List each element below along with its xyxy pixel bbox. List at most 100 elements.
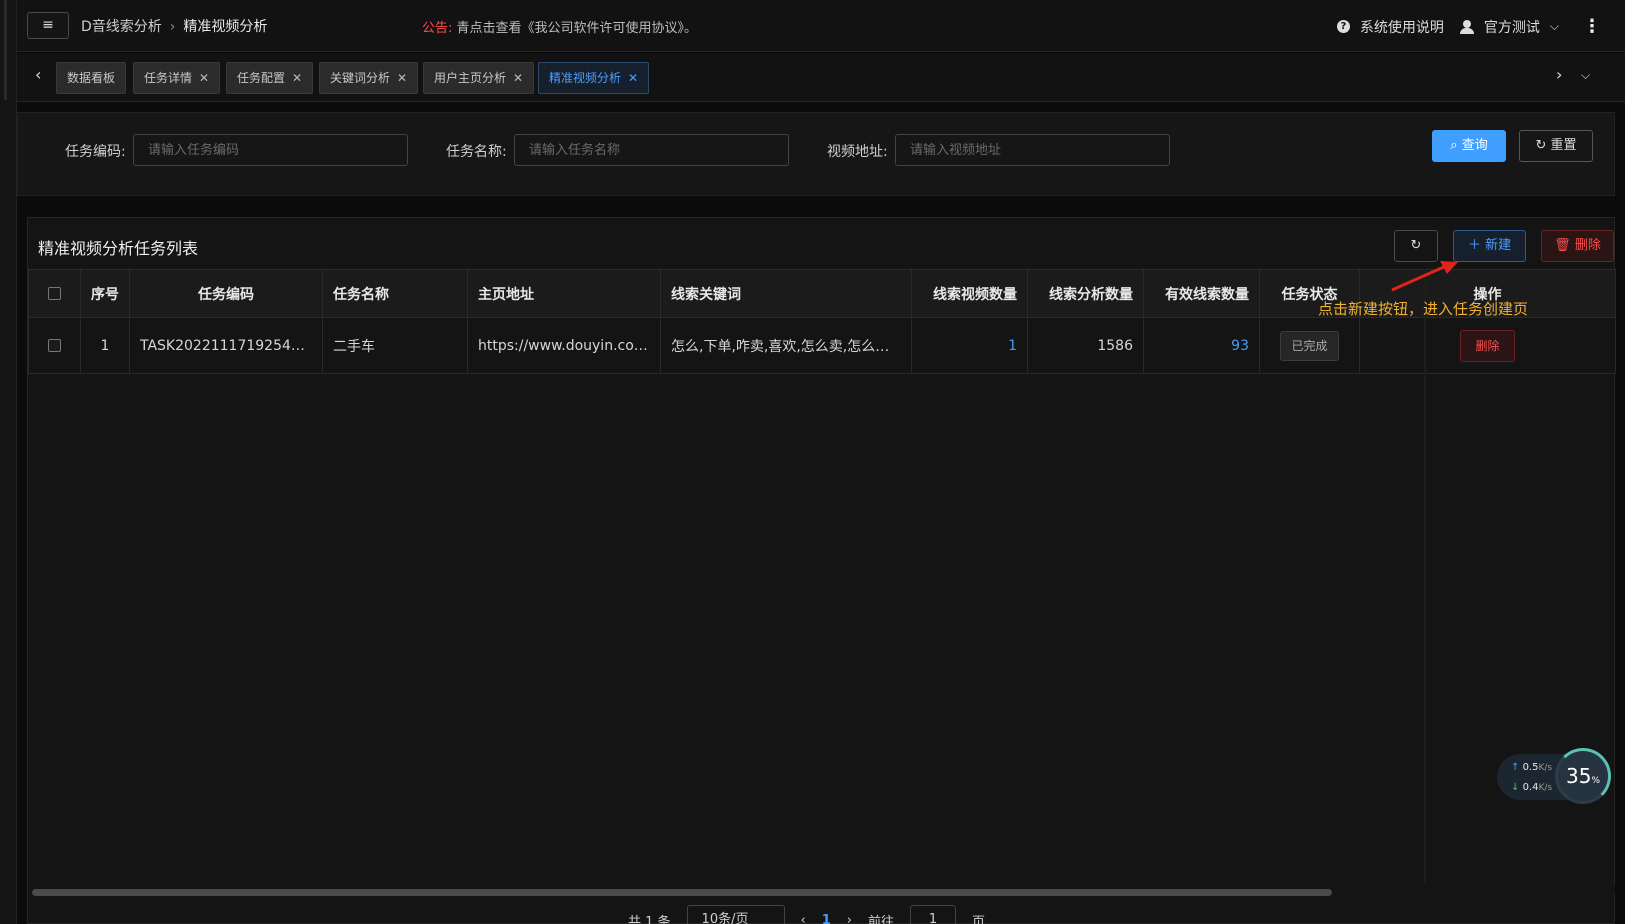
page-size-value: 10条/页 bbox=[701, 912, 749, 924]
row-index: 1 bbox=[80, 317, 130, 374]
download-arrow-icon: ↓ bbox=[1511, 782, 1523, 793]
tab-precise-video-analysis[interactable]: 精准视频分析 ✕ bbox=[538, 62, 650, 94]
tab-label: 用户主页分析 bbox=[434, 71, 507, 85]
left-scrollbar[interactable] bbox=[4, 0, 7, 100]
column-header: 有效线索数量 bbox=[1143, 269, 1260, 318]
task-name-input[interactable] bbox=[514, 134, 789, 166]
tabs-next-icon[interactable]: › bbox=[1556, 65, 1562, 84]
tab-user-homepage-analysis[interactable]: 用户主页分析 ✕ bbox=[423, 62, 535, 94]
top-header: ≡ D音线索分析 › 精准视频分析 公告: 青点击查看《我公司软件许可使用协议》。 … bbox=[17, 0, 1625, 52]
close-icon[interactable]: ✕ bbox=[292, 71, 302, 85]
more-vertical-icon[interactable]: ⋮ bbox=[1583, 16, 1601, 37]
reset-button[interactable]: ↻ 重置 bbox=[1519, 130, 1593, 162]
row-task-name: 二手车 bbox=[322, 317, 468, 374]
tab-label: 任务配置 bbox=[237, 71, 286, 85]
upload-unit: K/s bbox=[1538, 763, 1553, 773]
breadcrumb-item-current: 精准视频分析 bbox=[183, 19, 268, 35]
tabs-bar: ‹ 数据看板 任务详情 ✕ 任务配置 ✕ 关键词分析 ✕ 用户主页分析 ✕ 精准视频分析… bbox=[17, 53, 1625, 102]
close-icon[interactable]: ✕ bbox=[628, 71, 638, 85]
annotation-text: 点击新建按钮，进入任务创建页 bbox=[1318, 300, 1529, 318]
row-homepage: https://www.douyin.com... bbox=[467, 317, 661, 374]
page-unit-label: 页 bbox=[972, 914, 986, 924]
upload-arrow-icon: ↑ bbox=[1511, 762, 1523, 773]
tab-label: 精准视频分析 bbox=[549, 71, 622, 85]
status-badge: 已完成 bbox=[1280, 330, 1339, 361]
notice-text[interactable]: 青点击查看《我公司软件许可使用协议》。 bbox=[457, 21, 698, 36]
row-task-code: TASK20221117192547843 bbox=[129, 317, 323, 374]
notice-bar[interactable]: 公告: 青点击查看《我公司软件许可使用协议》。 bbox=[422, 17, 697, 36]
tab-label: 关键词分析 bbox=[330, 71, 391, 85]
pagination-total: 共 1 条 bbox=[628, 914, 671, 924]
task-list-panel: 精准视频分析任务列表 ↻ ＋ 新建 🗑 删除 序号 任务编码 任务名称 主页地址… bbox=[27, 217, 1616, 924]
header-actions: ? 系统使用说明 官方测试 ⌵ ⋮ bbox=[1336, 16, 1601, 37]
menu-toggle-button[interactable]: ≡ bbox=[27, 12, 69, 39]
next-page-icon[interactable]: › bbox=[847, 913, 852, 924]
tab-task-detail[interactable]: 任务详情 ✕ bbox=[133, 62, 221, 94]
column-header: 线索视频数量 bbox=[911, 269, 1028, 318]
breadcrumb-item-root[interactable]: D音线索分析 bbox=[81, 19, 162, 35]
tab-task-config[interactable]: 任务配置 ✕ bbox=[226, 62, 314, 94]
row-analysis-count: 1586 bbox=[1027, 317, 1144, 374]
row-action-cell: 删除 bbox=[1359, 317, 1616, 374]
row-delete-button[interactable]: 删除 bbox=[1460, 329, 1515, 362]
hamburger-icon: ≡ bbox=[42, 17, 54, 33]
row-video-count-link[interactable]: 1 bbox=[911, 317, 1028, 374]
page-size-select[interactable]: 10条/页 bbox=[686, 905, 785, 924]
horizontal-scrollbar[interactable] bbox=[32, 889, 1332, 896]
network-speed-widget[interactable]: ↑ 0.5K/s ↓ 0.4K/s 35% bbox=[1497, 748, 1615, 804]
list-title: 精准视频分析任务列表 bbox=[38, 239, 199, 258]
select-all-checkbox[interactable] bbox=[48, 287, 61, 300]
reset-button-label: 重置 bbox=[1550, 138, 1577, 153]
column-header: 任务编码 bbox=[129, 269, 323, 318]
tabs-prev-icon[interactable]: ‹ bbox=[35, 65, 41, 84]
cpu-usage-value: 35 bbox=[1565, 764, 1592, 788]
chevron-down-icon[interactable]: ⌵ bbox=[1550, 19, 1559, 34]
download-speed: 0.4 bbox=[1522, 782, 1539, 793]
refresh-button[interactable]: ↻ bbox=[1394, 230, 1438, 262]
cpu-usage-unit: % bbox=[1591, 776, 1600, 786]
tab-label: 任务详情 bbox=[144, 71, 193, 85]
task-code-label: 任务编码: bbox=[65, 144, 126, 160]
breadcrumb-separator-icon: › bbox=[169, 19, 176, 35]
pagination: 共 1 条 10条/页 ‹ 1 › 前往 1 页 bbox=[628, 904, 985, 924]
search-button[interactable]: ⌕ 查询 bbox=[1432, 130, 1506, 162]
page-number-current[interactable]: 1 bbox=[822, 913, 831, 924]
plus-icon: ＋ bbox=[1467, 238, 1486, 253]
close-icon[interactable]: ✕ bbox=[513, 71, 523, 85]
search-icon: ⌕ bbox=[1450, 138, 1462, 153]
batch-delete-button[interactable]: 🗑 删除 bbox=[1541, 230, 1614, 262]
delete-button-label: 删除 bbox=[1574, 238, 1601, 253]
tabs-dropdown-icon[interactable]: ⌵ bbox=[1581, 68, 1590, 83]
goto-label: 前往 bbox=[868, 914, 895, 924]
trash-icon: 🗑 bbox=[1554, 238, 1575, 253]
upload-speed: 0.5 bbox=[1522, 762, 1539, 773]
row-valid-count-link[interactable]: 93 bbox=[1143, 317, 1260, 374]
refresh-icon: ↻ bbox=[1535, 138, 1551, 153]
task-code-input[interactable] bbox=[133, 134, 408, 166]
row-status-cell: 已完成 bbox=[1259, 317, 1360, 374]
task-name-label: 任务名称: bbox=[446, 144, 507, 160]
new-button-label: 新建 bbox=[1485, 238, 1512, 253]
tab-keyword-analysis[interactable]: 关键词分析 ✕ bbox=[319, 62, 419, 94]
refresh-icon: ↻ bbox=[1410, 238, 1422, 253]
user-name[interactable]: 官方测试 bbox=[1484, 17, 1540, 37]
tab-data-board[interactable]: 数据看板 bbox=[56, 62, 127, 94]
column-header: 序号 bbox=[80, 269, 130, 318]
close-icon[interactable]: ✕ bbox=[199, 71, 209, 85]
video-url-input[interactable] bbox=[895, 134, 1170, 166]
close-icon[interactable]: ✕ bbox=[397, 71, 407, 85]
row-checkbox[interactable] bbox=[48, 339, 61, 352]
select-all-cell[interactable] bbox=[28, 269, 81, 318]
help-link[interactable]: 系统使用说明 bbox=[1360, 17, 1444, 37]
video-url-label: 视频地址: bbox=[827, 144, 888, 160]
prev-page-icon[interactable]: ‹ bbox=[801, 913, 806, 924]
new-task-button[interactable]: ＋ 新建 bbox=[1453, 230, 1526, 262]
column-header: 任务名称 bbox=[322, 269, 468, 318]
tab-label: 数据看板 bbox=[67, 71, 116, 85]
column-header: 主页地址 bbox=[467, 269, 661, 318]
row-keywords: 怎么,下单,咋卖,喜欢,怎么卖,怎么买,... bbox=[660, 317, 912, 374]
column-header: 线索关键词 bbox=[660, 269, 912, 318]
goto-page-input[interactable]: 1 bbox=[910, 905, 957, 924]
fixed-column-divider bbox=[1424, 269, 1426, 884]
row-select-cell[interactable] bbox=[28, 317, 81, 374]
